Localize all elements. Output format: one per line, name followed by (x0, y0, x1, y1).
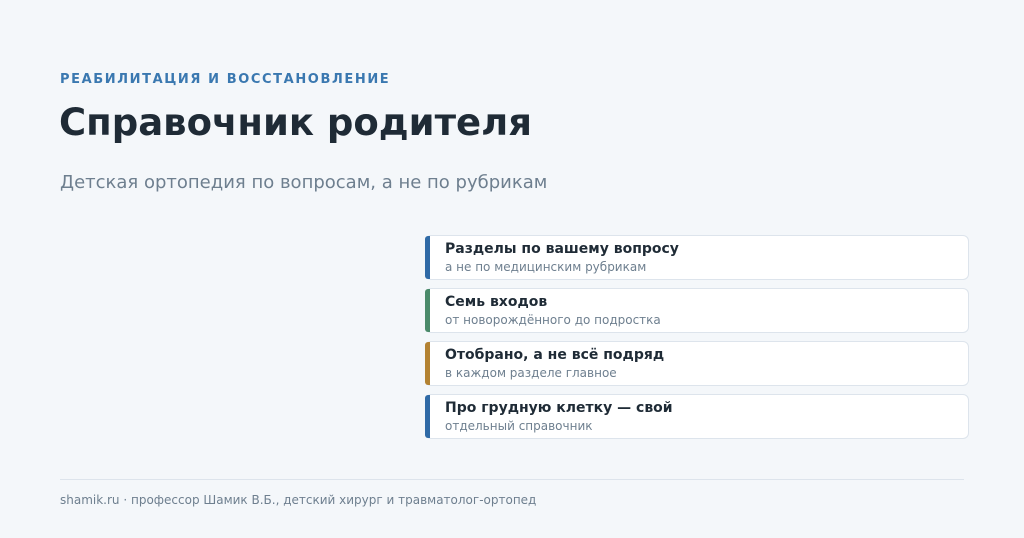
feature-card: Отобрано, а не всё подряд в каждом разде… (425, 341, 969, 386)
section-eyebrow: РЕАБИЛИТАЦИЯ И ВОССТАНОВЛЕНИЕ (60, 72, 391, 87)
feature-title: Про грудную клетку — свой (445, 400, 673, 416)
feature-subtitle: от новорождённого до подростка (445, 313, 661, 327)
feature-title: Отобрано, а не всё подряд (445, 347, 665, 363)
page-subtitle: Детская ортопедия по вопросам, а не по р… (60, 172, 548, 193)
page-title: Справочник родителя (59, 101, 532, 144)
feature-accent-bar (425, 289, 430, 332)
feature-title: Семь входов (445, 294, 548, 310)
feature-title: Разделы по вашему вопросу (445, 241, 679, 257)
footer-divider (60, 479, 964, 480)
feature-card: Разделы по вашему вопросу а не по медици… (425, 235, 969, 280)
footer-text: shamik.ru · профессор Шамик В.Б., детски… (60, 493, 537, 507)
feature-subtitle: отдельный справочник (445, 419, 593, 433)
feature-card: Семь входов от новорождённого до подрост… (425, 288, 969, 333)
feature-card: Про грудную клетку — свой отдельный спра… (425, 394, 969, 439)
feature-list: Разделы по вашему вопросу а не по медици… (425, 235, 969, 447)
feature-subtitle: в каждом разделе главное (445, 366, 617, 380)
feature-accent-bar (425, 236, 430, 279)
feature-accent-bar (425, 395, 430, 438)
feature-accent-bar (425, 342, 430, 385)
feature-subtitle: а не по медицинским рубрикам (445, 260, 647, 274)
